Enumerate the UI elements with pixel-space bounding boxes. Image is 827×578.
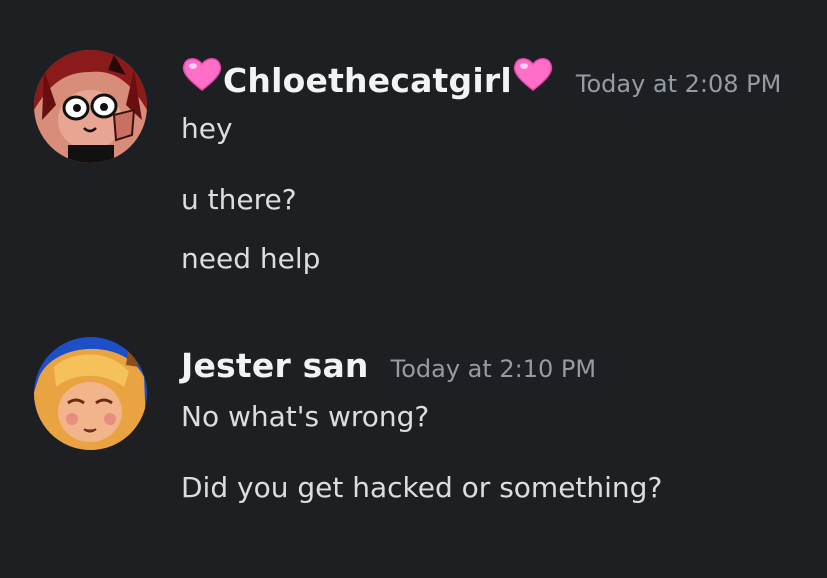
avatar-jester[interactable] <box>34 337 147 450</box>
message-header-chloe: Chloethecatgirl Today at 2:08 PM <box>181 56 781 100</box>
pink-heart-icon <box>182 58 222 91</box>
message-text: Did you get hacked or something? <box>181 471 663 504</box>
pink-heart-icon <box>513 58 553 91</box>
message-text: u there? <box>181 183 297 216</box>
message-header-jester: Jester san Today at 2:10 PM <box>181 346 596 385</box>
avatar-jester-icon <box>34 337 147 450</box>
timestamp-jester[interactable]: Today at 2:10 PM <box>391 355 597 383</box>
message-text: No what's wrong? <box>181 400 430 433</box>
username-jester[interactable]: Jester san <box>181 346 369 385</box>
message-text: need help <box>181 242 321 275</box>
avatar-chloe-icon <box>34 50 147 163</box>
message-text: hey <box>181 112 233 145</box>
username-chloe[interactable]: Chloethecatgirl <box>223 61 512 100</box>
timestamp-chloe[interactable]: Today at 2:08 PM <box>576 70 782 98</box>
avatar-chloe[interactable] <box>34 50 147 163</box>
